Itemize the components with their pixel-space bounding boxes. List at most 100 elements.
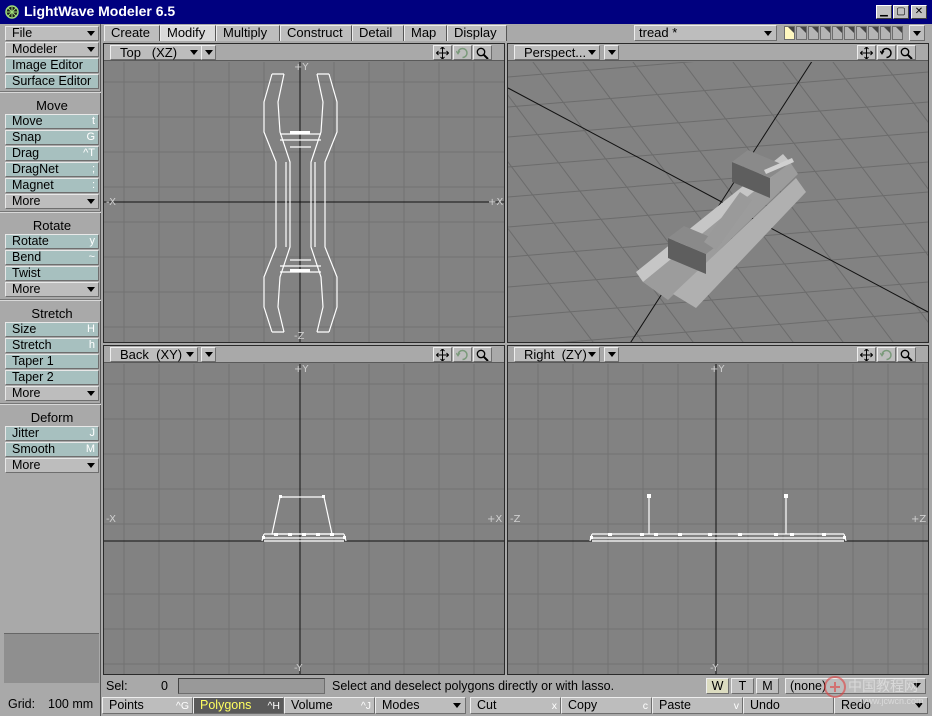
- drag-tool-button[interactable]: Drag ^T: [5, 146, 99, 161]
- rotate-view-button[interactable]: [453, 45, 472, 60]
- move-more-button[interactable]: More: [5, 194, 99, 209]
- button-shortcut: c: [642, 700, 648, 712]
- magnet-tool-button[interactable]: Magnet:: [5, 178, 99, 193]
- pan-button[interactable]: [857, 347, 876, 362]
- jitter-tool-button[interactable]: Jitter J: [5, 426, 99, 441]
- view-type-label: Back (XY): [120, 347, 183, 362]
- snap-tool-button[interactable]: Snap G: [5, 130, 99, 145]
- tab-multiply[interactable]: Multiply: [216, 25, 280, 41]
- texture-mode-button[interactable]: T: [731, 678, 754, 694]
- move-tool-button[interactable]: Move t: [5, 114, 99, 129]
- layer-toggle[interactable]: [784, 26, 795, 40]
- tool-shortcut: t: [91, 115, 95, 127]
- layer-toggle[interactable]: [844, 26, 855, 40]
- undo-button[interactable]: Undo: [743, 697, 834, 714]
- view-type-selector[interactable]: Top (XZ): [110, 45, 202, 60]
- points-mode-button[interactable]: Points ^G: [102, 697, 193, 714]
- magnifier-icon: [900, 349, 913, 361]
- layer-toggle[interactable]: [796, 26, 807, 40]
- smooth-tool-button[interactable]: Smooth M: [5, 442, 99, 457]
- paste-button[interactable]: Paste v: [652, 697, 743, 714]
- viewport-canvas[interactable]: [508, 62, 928, 342]
- view-type-selector[interactable]: Perspect...: [514, 45, 600, 60]
- layer-toggle[interactable]: [808, 26, 819, 40]
- axis-label: -Y: [294, 663, 303, 674]
- layer-toggle[interactable]: [892, 26, 903, 40]
- minimize-button[interactable]: ▁: [876, 5, 892, 19]
- render-mode-dropdown[interactable]: [604, 45, 619, 60]
- viewport-right[interactable]: Right (ZY) -Z +Z +Y -Y: [507, 345, 929, 675]
- image-editor-button[interactable]: Image Editor: [5, 58, 99, 73]
- file-menu[interactable]: File: [5, 26, 99, 41]
- viewport-canvas[interactable]: -X +X +Y -Y: [104, 364, 504, 674]
- taper1-tool-button[interactable]: Taper 1: [5, 354, 99, 369]
- rotate-view-button[interactable]: [453, 347, 472, 362]
- chevron-down-icon: [764, 31, 772, 36]
- rotate-more-button[interactable]: More: [5, 282, 99, 297]
- tab-modify[interactable]: Modify: [160, 25, 216, 41]
- copy-button[interactable]: Copy c: [561, 697, 652, 714]
- layer-menu-button[interactable]: [909, 25, 925, 41]
- maximize-button[interactable]: ▢: [893, 5, 909, 19]
- size-tool-button[interactable]: Size H: [5, 322, 99, 337]
- bend-tool-button[interactable]: Bend ~: [5, 250, 99, 265]
- layer-toggle[interactable]: [832, 26, 843, 40]
- stretch-tool-button[interactable]: Stretch h: [5, 338, 99, 353]
- zoom-button[interactable]: [473, 347, 492, 362]
- cut-button[interactable]: Cut x: [470, 697, 561, 714]
- tab-map[interactable]: Map: [404, 25, 447, 41]
- rotate-view-button[interactable]: [877, 45, 896, 60]
- pan-button[interactable]: [433, 45, 452, 60]
- tool-label: More: [12, 282, 41, 296]
- tool-label: Jitter: [12, 426, 40, 440]
- zoom-button[interactable]: [897, 347, 916, 362]
- tab-detail[interactable]: Detail: [352, 25, 404, 41]
- layer-toggle[interactable]: [856, 26, 867, 40]
- deform-more-button[interactable]: More: [5, 458, 99, 473]
- viewport-top[interactable]: Top (XZ) -X +X +Y -Z: [103, 43, 505, 343]
- selection-count: 0: [161, 679, 168, 693]
- wireframe-mode-button[interactable]: W: [706, 678, 729, 694]
- object-selector[interactable]: tread *: [634, 25, 777, 41]
- title-bar[interactable]: LightWave Modeler 6.5 ▁ ▢ ✕: [0, 0, 932, 24]
- chevron-down-icon: [87, 199, 95, 204]
- render-mode-dropdown[interactable]: [201, 347, 216, 362]
- taper2-tool-button[interactable]: Taper 2: [5, 370, 99, 385]
- morph-mode-button[interactable]: M: [756, 678, 779, 694]
- layer-toggle[interactable]: [820, 26, 831, 40]
- viewport-back[interactable]: Back (XY) -X +X +Y -Y: [103, 345, 505, 675]
- rotate-view-button[interactable]: [877, 347, 896, 362]
- selection-info-field: [178, 678, 325, 694]
- view-type-selector[interactable]: Right (ZY): [514, 347, 600, 362]
- volume-mode-button[interactable]: Volume ^J: [284, 697, 375, 714]
- view-type-selector[interactable]: Back (XY): [110, 347, 198, 362]
- surface-selector[interactable]: (none): [785, 678, 926, 694]
- layer-toggle[interactable]: [880, 26, 891, 40]
- viewport-canvas[interactable]: -Z +Z +Y -Y: [508, 364, 928, 674]
- twist-tool-button[interactable]: Twist: [5, 266, 99, 281]
- zoom-button[interactable]: [473, 45, 492, 60]
- tab-create[interactable]: Create: [104, 25, 160, 41]
- tab-construct[interactable]: Construct: [280, 25, 352, 41]
- polygons-mode-button[interactable]: Polygons ^H: [193, 697, 284, 714]
- surface-editor-button[interactable]: Surface Editor: [5, 74, 99, 89]
- viewport-canvas[interactable]: -X +X +Y -Z: [104, 62, 504, 342]
- dragnet-tool-button[interactable]: DragNet;: [5, 162, 99, 177]
- zoom-button[interactable]: [897, 45, 916, 60]
- modes-dropdown[interactable]: Modes: [375, 697, 466, 714]
- redo-button[interactable]: Redo: [834, 697, 928, 714]
- modeler-menu[interactable]: Modeler: [5, 42, 99, 57]
- close-button[interactable]: ✕: [911, 5, 927, 19]
- chevron-down-icon: [87, 31, 95, 36]
- viewport-perspective[interactable]: Perspect...: [507, 43, 929, 343]
- tab-display[interactable]: Display: [447, 25, 507, 41]
- info-panel: [4, 633, 99, 683]
- layer-toggle[interactable]: [868, 26, 879, 40]
- stretch-more-button[interactable]: More: [5, 386, 99, 401]
- pan-button[interactable]: [433, 347, 452, 362]
- pan-button[interactable]: [857, 45, 876, 60]
- render-mode-dropdown[interactable]: [201, 45, 216, 60]
- tool-label: Taper 1: [12, 354, 54, 368]
- rotate-tool-button[interactable]: Rotate y: [5, 234, 99, 249]
- render-mode-dropdown[interactable]: [604, 347, 619, 362]
